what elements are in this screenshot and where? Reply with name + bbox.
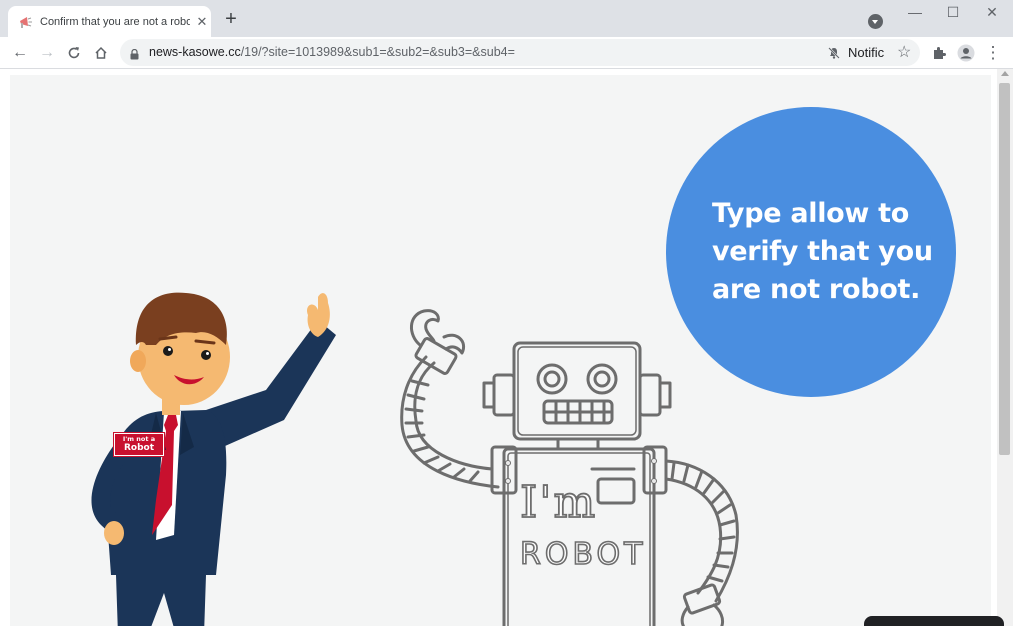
forward-button[interactable]: → xyxy=(36,42,58,64)
home-icon[interactable] xyxy=(90,42,112,64)
tab-close-icon[interactable]: ✕ xyxy=(194,14,210,30)
close-window-button[interactable]: ✕ xyxy=(977,4,1007,24)
download-bubble-edge xyxy=(864,616,1004,626)
notifications-blocked-chip[interactable]: Notific xyxy=(828,45,884,60)
tab-title: Confirm that you are not a robot xyxy=(40,15,190,28)
megaphone-favicon-icon xyxy=(18,14,34,30)
address-bar[interactable]: news-kasowe.cc/19/?site=1013989&sub1=&su… xyxy=(120,39,920,66)
badge-line-2: Robot xyxy=(123,443,155,453)
tab-strip: Confirm that you are not a robot ✕ + — ☐… xyxy=(0,0,1013,37)
extensions-puzzle-icon[interactable] xyxy=(928,42,950,64)
url-path: /19/?site=1013989&sub1=&sub2=&sub3=&sub4… xyxy=(240,45,515,59)
minimize-button[interactable]: — xyxy=(900,4,930,24)
lock-icon[interactable] xyxy=(130,47,139,65)
robot-chest-text-im: I'm xyxy=(519,476,598,529)
not-a-robot-badge: I'm not a Robot xyxy=(114,433,164,456)
profile-avatar-icon[interactable] xyxy=(955,42,977,64)
tab-search-icon[interactable] xyxy=(868,14,883,29)
robot-chest-text-robot: ROBOT xyxy=(519,536,647,573)
url-text: news-kasowe.cc/19/?site=1013989&sub1=&su… xyxy=(149,45,515,59)
url-domain: news-kasowe.cc xyxy=(149,45,241,59)
businessman-illustration xyxy=(91,292,336,626)
active-tab[interactable]: Confirm that you are not a robot ✕ xyxy=(8,6,211,37)
robot-sketch-illustration xyxy=(400,309,739,626)
chrome-menu-button[interactable]: ⋮ xyxy=(982,42,1004,64)
back-button[interactable]: ← xyxy=(9,42,31,64)
scrollbar-thumb[interactable] xyxy=(999,83,1010,455)
page-viewport: I'm not a Robot I'm ROBOT Type allow to … xyxy=(0,69,1013,626)
page-background: I'm not a Robot I'm ROBOT Type allow to … xyxy=(10,75,991,626)
scroll-up-arrow-icon[interactable] xyxy=(1001,71,1009,76)
notifications-chip-label: Notific xyxy=(848,45,885,60)
vertical-scrollbar[interactable] xyxy=(997,69,1013,626)
reload-icon[interactable] xyxy=(63,42,85,64)
bell-off-icon xyxy=(828,46,840,59)
allow-instruction-bubble: Type allow to verify that you are not ro… xyxy=(666,107,956,397)
maximize-button[interactable]: ☐ xyxy=(938,4,968,24)
new-tab-button[interactable]: + xyxy=(220,8,242,30)
bubble-text: Type allow to verify that you are not ro… xyxy=(712,198,933,305)
browser-toolbar: ← → news-kasowe.cc/19/?site=1013989&sub1… xyxy=(0,37,1013,68)
bookmark-star-icon[interactable]: ☆ xyxy=(897,42,911,62)
